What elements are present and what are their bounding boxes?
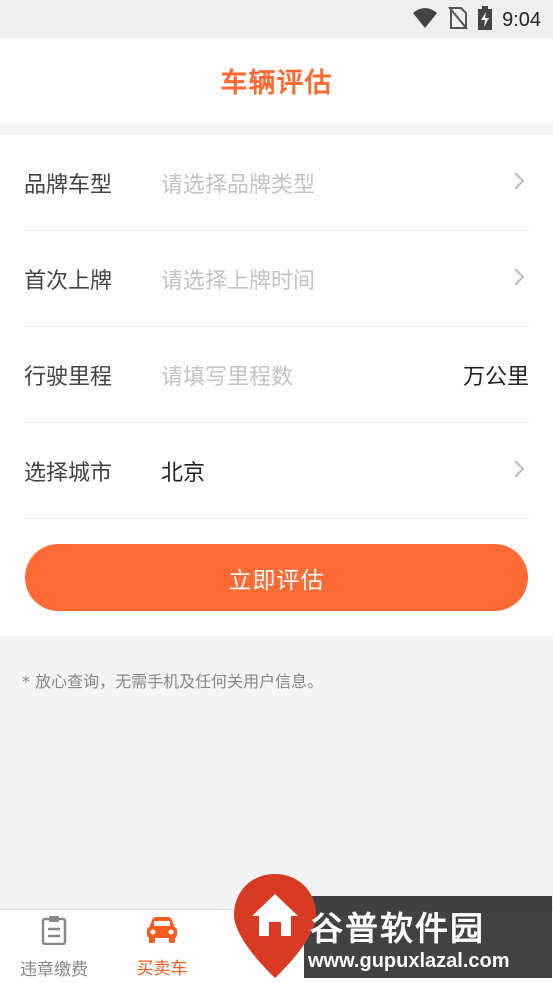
mileage-input[interactable]: 请填写里程数 xyxy=(161,359,463,391)
first-registration-field[interactable]: 请选择上牌时间 xyxy=(161,263,509,295)
tab-violation-payment[interactable]: 违章缴费 xyxy=(14,910,94,983)
city-field[interactable]: 北京 xyxy=(161,455,509,487)
car-icon xyxy=(146,916,178,948)
evaluate-button[interactable]: 立即评估 xyxy=(25,544,528,611)
watermark-url: www.gupuxlazal.com xyxy=(308,950,510,972)
status-time: 9:04 xyxy=(502,8,541,31)
clipboard-icon xyxy=(40,915,68,949)
chevron-right-icon xyxy=(509,171,529,195)
city-row[interactable]: 选择城市 北京 xyxy=(24,423,529,519)
tab-buy-sell-car[interactable]: 买卖车 xyxy=(122,910,202,983)
first-registration-label: 首次上牌 xyxy=(24,268,113,294)
privacy-note: * 放心查询，无需手机及任何关用户信息。 xyxy=(22,672,324,691)
brand-model-field[interactable]: 请选择品牌类型 xyxy=(161,167,509,199)
city-label: 选择城市 xyxy=(24,460,113,486)
status-icons: 9:04 xyxy=(412,6,541,34)
battery-charging-icon xyxy=(478,6,493,34)
wifi-icon xyxy=(412,7,438,33)
page-title: 车辆评估 xyxy=(220,68,333,99)
tab-violation-payment-label: 违章缴费 xyxy=(20,959,88,980)
no-sim-icon xyxy=(448,6,468,34)
first-registration-row[interactable]: 首次上牌 请选择上牌时间 xyxy=(24,231,529,327)
mileage-unit: 万公里 xyxy=(462,364,529,390)
status-bar: 9:04 xyxy=(0,0,553,38)
mileage-label: 行驶里程 xyxy=(24,364,113,390)
tab-buy-sell-car-label: 买卖车 xyxy=(136,958,188,979)
brand-model-row[interactable]: 品牌车型 请选择品牌类型 xyxy=(24,135,529,231)
brand-model-label: 品牌车型 xyxy=(24,172,113,198)
mileage-row: 行驶里程 请填写里程数 万公里 xyxy=(24,327,529,423)
header: 车辆评估 xyxy=(0,38,553,123)
chevron-right-icon xyxy=(509,267,529,291)
chevron-right-icon xyxy=(509,459,529,483)
watermark-logo: 谷普软件园 www.gupuxlazal.com xyxy=(230,872,553,983)
watermark-title: 谷普软件园 xyxy=(310,909,485,948)
home-pin-icon xyxy=(234,874,316,978)
